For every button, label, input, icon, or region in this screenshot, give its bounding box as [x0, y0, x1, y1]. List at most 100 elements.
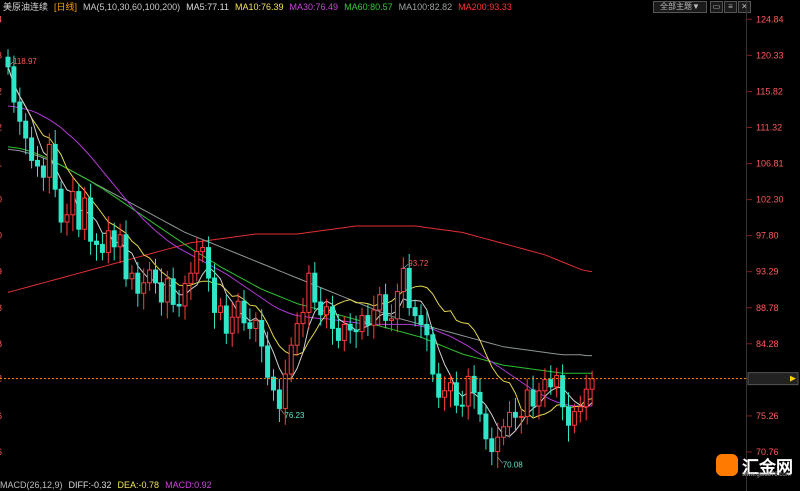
y-tick-label-left: 6 — [0, 447, 2, 457]
price-annotation: 118.97 — [13, 57, 37, 66]
candle-body — [182, 283, 188, 307]
candle-body — [406, 267, 412, 309]
candle-body — [341, 323, 347, 341]
candle-body — [501, 426, 507, 438]
y-tick-label-left: 8 — [0, 303, 2, 313]
candle-body — [418, 315, 424, 325]
candle-body — [223, 305, 229, 334]
logo-icon — [716, 454, 738, 476]
candle-body — [88, 197, 94, 242]
candle-body — [194, 251, 200, 274]
y-tick-label: 124.84 — [756, 14, 784, 24]
y-tick-label: 106.81 — [756, 159, 784, 169]
candle-body — [324, 306, 330, 316]
candle-body — [235, 300, 241, 318]
candle-body — [394, 291, 400, 320]
candle-body — [35, 159, 40, 167]
candle-body — [23, 120, 29, 139]
candle-body — [253, 319, 259, 329]
y-tick-label: 120.33 — [756, 50, 784, 60]
candle-body — [477, 391, 483, 415]
candle-body — [158, 282, 164, 303]
candle-body — [400, 267, 406, 293]
candle-body — [11, 66, 17, 103]
y-tick-label: 93.29 — [756, 267, 779, 277]
candle-body — [589, 378, 595, 390]
y-tick-label: 75.26 — [756, 411, 779, 421]
candle-body — [495, 436, 501, 453]
candle-body — [524, 389, 530, 417]
macd-indicator-bar: MACD(26,12,9) DIFF:-0.32 DEA:-0.78 MACD:0.9… — [0, 480, 800, 491]
candle-body — [459, 404, 465, 407]
candle-body — [170, 278, 176, 305]
candle-body — [518, 415, 524, 418]
macd-value: MACD:0.92 — [165, 480, 212, 490]
candle-body — [442, 390, 448, 398]
candle-body — [347, 323, 353, 331]
y-tick-label-left: 3 — [0, 50, 2, 60]
candle-body — [111, 230, 117, 248]
candle-body — [241, 300, 247, 324]
brand-logo: 汇金网 www.gold678.com — [716, 452, 798, 478]
price-annotation: 76.23 — [284, 411, 305, 420]
y-tick-label-left: 9 — [0, 267, 2, 277]
candle-body — [530, 389, 536, 407]
candle-body — [353, 329, 359, 333]
candle-body — [58, 188, 64, 223]
y-tick-label: 97.80 — [756, 231, 779, 241]
candle-body — [577, 406, 583, 413]
candle-body — [330, 306, 335, 329]
candle-body — [453, 382, 459, 406]
y-tick-label-left: 2 — [0, 86, 2, 96]
candle-body — [105, 230, 111, 253]
candle-body — [489, 438, 495, 453]
candle-body — [306, 272, 312, 313]
diff-value: DIFF:-0.32 — [68, 480, 112, 490]
axis-separator — [746, 0, 747, 491]
candle-body — [583, 388, 589, 408]
candle-body — [554, 375, 560, 388]
y-tick-label-left: 2 — [0, 122, 2, 132]
candle-body — [371, 309, 377, 326]
candle-body — [147, 269, 153, 284]
candle-body — [430, 334, 436, 375]
ma60-line — [7, 146, 593, 374]
candle-body — [294, 323, 300, 346]
candlestick-chart[interactable]: 124.84 4 120.33 3 115.82 2 111.32 2 106.81 1 102.3… — [0, 0, 800, 491]
candle-body — [141, 282, 147, 294]
y-tick-label: 111.32 — [756, 122, 782, 132]
candle-body — [99, 243, 105, 253]
brand-url: www.gold678.com — [742, 472, 791, 478]
candle-body — [383, 294, 389, 321]
candle-body — [229, 316, 235, 334]
candle-body — [247, 322, 253, 329]
price-annotation: 93.72 — [408, 259, 429, 268]
candle-body — [206, 247, 212, 279]
ma100-line — [7, 148, 593, 357]
candle-body — [424, 323, 430, 336]
candle-body — [176, 303, 182, 307]
candle-body — [542, 379, 548, 392]
candle-body — [276, 389, 282, 409]
candle-body — [566, 406, 571, 426]
price-annotation: 70.08 — [503, 460, 524, 469]
y-tick-label-left: 1 — [0, 159, 2, 169]
candle-body — [512, 411, 518, 418]
y-tick-label-left: 8 — [0, 339, 2, 349]
candle-body — [448, 382, 453, 392]
y-tick-label-left: 6 — [0, 411, 2, 421]
candle-body — [265, 345, 271, 378]
candle-body — [312, 272, 318, 303]
candle-body — [288, 344, 294, 375]
candle-body — [52, 143, 58, 190]
y-tick-label: 115.82 — [756, 86, 783, 96]
candle-body — [200, 247, 206, 253]
candle-body — [135, 272, 141, 294]
candle-body — [17, 101, 23, 122]
candle-body — [76, 191, 82, 230]
candle-body — [259, 319, 265, 347]
candle-body — [123, 234, 129, 280]
candle-body — [46, 143, 52, 178]
candle-body — [335, 327, 341, 341]
y-tick-label-left: 0 — [0, 195, 2, 205]
